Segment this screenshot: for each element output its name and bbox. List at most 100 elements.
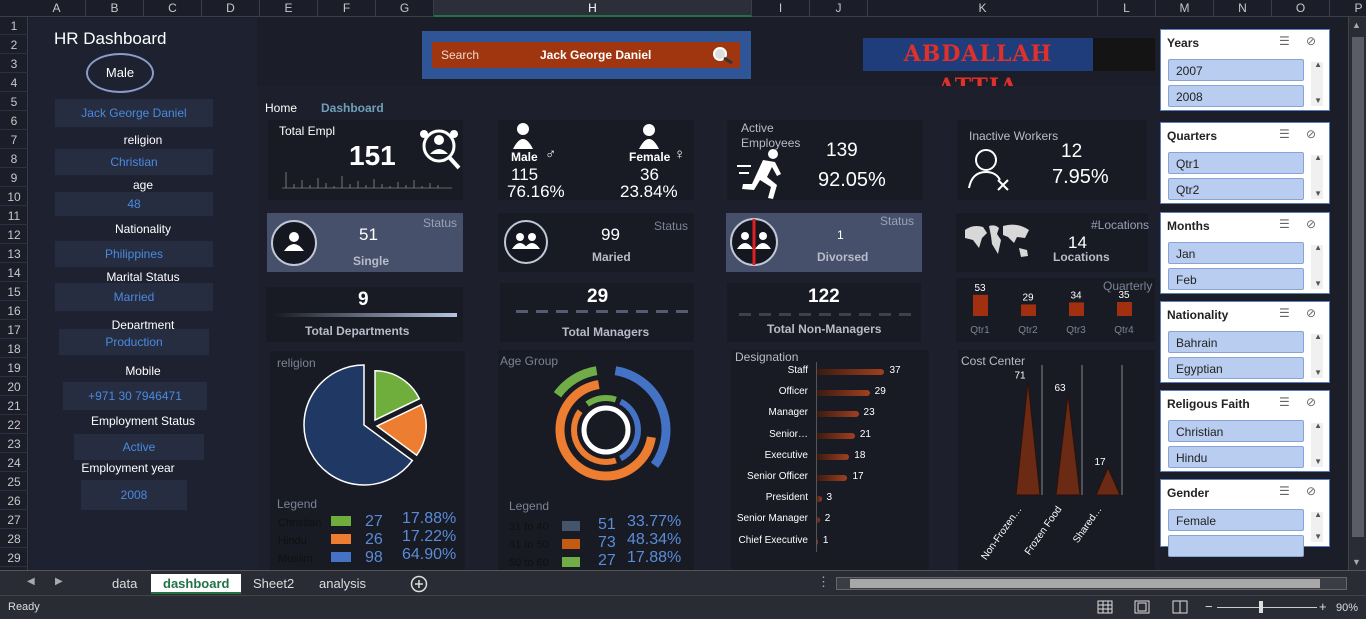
vertical-scrollbar[interactable]: ▲ ▼ [1348,17,1366,570]
row-header[interactable]: 15 [0,283,28,301]
slicer-item[interactable]: Christian [1168,420,1304,442]
multi-select-icon[interactable]: ☰ [1279,484,1290,498]
clear-filter-icon[interactable]: ⊘ [1306,484,1316,498]
employee-name[interactable]: Jack George Daniel [55,99,213,127]
horizontal-scrollbar[interactable] [836,577,1347,590]
row-header[interactable]: 10 [0,188,28,206]
nav-dashboard[interactable]: Dashboard [321,101,384,115]
search-field[interactable]: Search Jack George Daniel [432,42,740,68]
column-header[interactable]: B [86,0,144,17]
tab-next-icon[interactable]: ▶ [55,576,63,587]
column-header[interactable]: P [1330,0,1366,17]
clear-filter-icon[interactable]: ⊘ [1306,34,1316,48]
row-header[interactable]: 2 [0,36,28,54]
row-header[interactable]: 17 [0,321,28,339]
slicer-item[interactable]: 2008 [1168,85,1304,107]
slicer-item[interactable]: Feb [1168,268,1304,290]
row-header[interactable]: 7 [0,131,28,149]
column-header[interactable]: M [1156,0,1214,17]
multi-select-icon[interactable]: ☰ [1279,395,1290,409]
normal-view-icon[interactable] [1097,600,1113,614]
scroll-down-icon[interactable]: ▼ [1314,279,1322,288]
row-header[interactable]: 19 [0,359,28,377]
tab-dashboard[interactable]: dashboard [151,574,242,594]
multi-select-icon[interactable]: ☰ [1279,217,1290,231]
row-header[interactable]: 12 [0,226,28,244]
scroll-up-icon[interactable]: ▲ [1314,332,1322,341]
row-header[interactable]: 20 [0,378,28,396]
scroll-up-icon[interactable]: ▲ [1314,510,1322,519]
column-header[interactable]: C [144,0,202,17]
column-header[interactable]: N [1214,0,1272,17]
row-header[interactable]: 14 [0,264,28,282]
multi-select-icon[interactable]: ☰ [1279,34,1290,48]
slicer-item[interactable]: Qtr2 [1168,178,1304,200]
scroll-up-icon[interactable]: ▲ [1314,153,1322,162]
row-header[interactable]: 5 [0,93,28,111]
column-header[interactable]: F [318,0,376,17]
zoom-in-icon[interactable]: + [1319,599,1327,614]
more-icon[interactable]: ⋮ [817,574,830,590]
row-header[interactable]: 1 [0,17,28,35]
slicer-item[interactable]: Hindu [1168,446,1304,468]
column-header[interactable]: J [810,0,868,17]
page-break-icon[interactable] [1172,600,1188,614]
slicer-nationality[interactable]: Nationality ☰ ⊘ Bahrain Egyptian ▲ ▼ [1160,301,1330,383]
scroll-thumb[interactable] [1352,37,1364,537]
row-header[interactable]: 18 [0,340,28,358]
clear-filter-icon[interactable]: ⊘ [1306,127,1316,141]
clear-filter-icon[interactable]: ⊘ [1306,395,1316,409]
tab-prev-icon[interactable]: ◀ [27,576,35,587]
row-header[interactable]: 4 [0,74,28,92]
tab-data[interactable]: data [100,574,149,594]
slicer-item[interactable]: Egyptian [1168,357,1304,379]
column-header[interactable]: A [28,0,86,17]
row-header[interactable]: 28 [0,530,28,548]
scroll-down-icon[interactable]: ▼ [1314,189,1322,198]
add-sheet-icon[interactable] [410,575,428,593]
row-header[interactable]: 16 [0,302,28,320]
slicer-item[interactable] [1168,535,1304,557]
column-header[interactable]: G [376,0,434,17]
slicer-years[interactable]: Years ☰ ⊘ 2007 2008 ▲ ▼ [1160,29,1330,111]
multi-select-icon[interactable]: ☰ [1279,127,1290,141]
slicer-religous-faith[interactable]: Religous Faith ☰ ⊘ Christian Hindu ▲ ▼ [1160,390,1330,472]
column-header[interactable]: K [868,0,1098,17]
row-header[interactable]: 23 [0,435,28,453]
row-header[interactable]: 21 [0,397,28,415]
row-header[interactable]: 8 [0,150,28,168]
horizontal-scroll-thumb[interactable] [850,579,1320,588]
clear-filter-icon[interactable]: ⊘ [1306,306,1316,320]
zoom-out-icon[interactable]: − [1205,599,1213,614]
slicer-quarters[interactable]: Quarters ☰ ⊘ Qtr1 Qtr2 ▲ ▼ [1160,122,1330,204]
column-header[interactable]: E [260,0,318,17]
row-header[interactable]: 6 [0,112,28,130]
column-header[interactable]: O [1272,0,1330,17]
slicer-months[interactable]: Months ☰ ⊘ Jan Feb ▲ ▼ [1160,212,1330,294]
scroll-down-icon[interactable]: ▼ [1314,368,1322,377]
column-header[interactable]: D [202,0,260,17]
row-header[interactable]: 26 [0,492,28,510]
column-header[interactable]: L [1098,0,1156,17]
column-header[interactable]: I [752,0,810,17]
slicer-item[interactable]: Female [1168,509,1304,531]
slicer-item[interactable]: Qtr1 [1168,152,1304,174]
scroll-down-icon[interactable]: ▼ [1314,96,1322,105]
row-header[interactable]: 27 [0,511,28,529]
tab-sheet2[interactable]: Sheet2 [241,574,306,594]
scroll-up-icon[interactable]: ▲ [1314,60,1322,69]
row-header[interactable]: 22 [0,416,28,434]
row-header[interactable]: 13 [0,245,28,263]
magnifier-icon[interactable] [710,45,736,65]
slicer-gender[interactable]: Gender ☰ ⊘ Female ▲ ▼ [1160,479,1330,557]
slicer-item[interactable]: 2007 [1168,59,1304,81]
slicer-item[interactable]: Bahrain [1168,331,1304,353]
search-value[interactable]: Jack George Daniel [540,48,651,62]
zoom-thumb[interactable] [1259,601,1263,613]
column-header[interactable]: H [434,0,752,17]
clear-filter-icon[interactable]: ⊘ [1306,217,1316,231]
row-header[interactable]: 3 [0,55,28,73]
slicer-item[interactable]: Jan [1168,242,1304,264]
row-header[interactable]: 11 [0,207,28,225]
scroll-down-icon[interactable]: ▼ [1314,457,1322,466]
